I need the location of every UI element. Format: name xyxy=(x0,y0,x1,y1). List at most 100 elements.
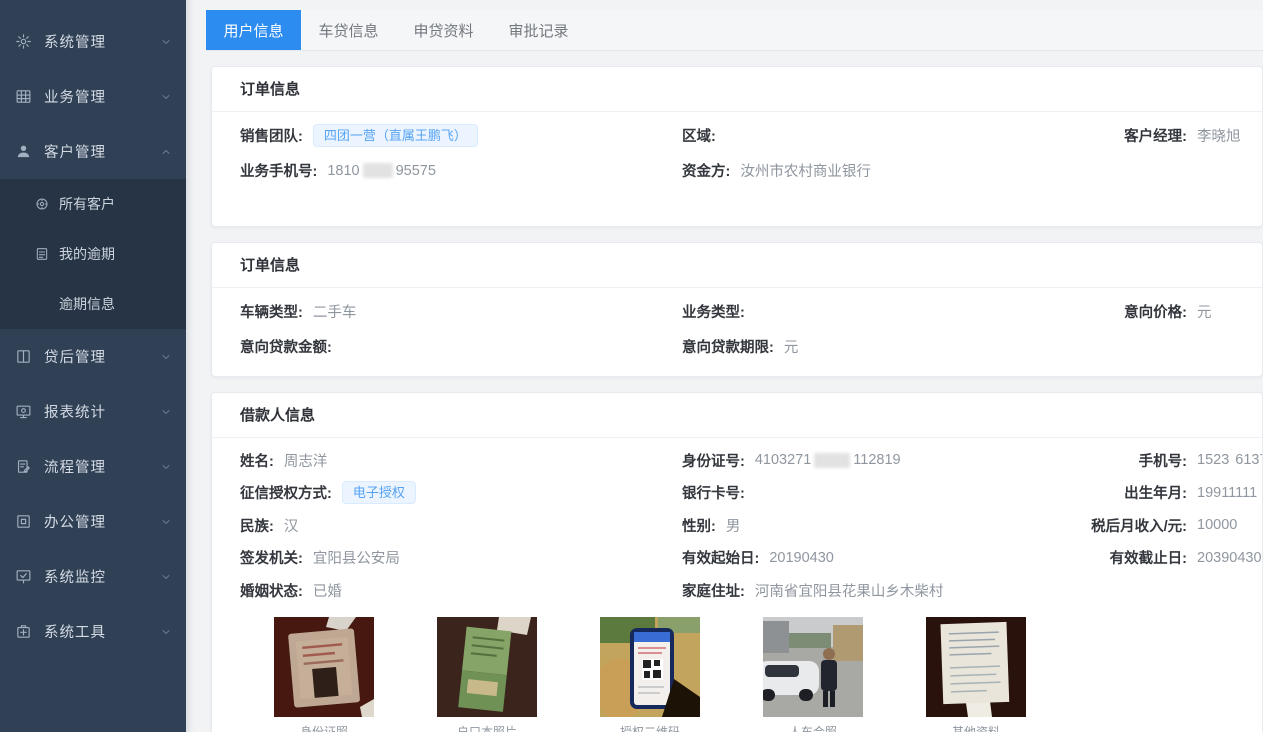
field-birth-date: 出生年月: 19911111 xyxy=(1077,477,1262,510)
field-row: 车辆类型: 二手车 业务类型: 意向价格: 元 xyxy=(240,294,1262,329)
photo-auth-qrcode[interactable]: 授权二维码 xyxy=(600,617,700,732)
borrower-info-card: 借款人信息 姓名: 周志洋 身份证号: 4103271 112819 手机号: xyxy=(211,392,1263,732)
tab-approval-records[interactable]: 审批记录 xyxy=(491,10,586,50)
chevron-down-icon xyxy=(160,461,172,473)
card-title: 订单信息 xyxy=(212,67,1262,112)
photo-person-with-car[interactable]: 人车合照 xyxy=(763,617,863,732)
sidebar-item-label: 客户管理 xyxy=(44,141,106,162)
field-intent-loan-amount: 意向贷款金额: xyxy=(240,329,682,364)
sidebar-item-process-management[interactable]: 流程管理 xyxy=(0,439,186,494)
chevron-down-icon xyxy=(160,351,172,363)
field-account-manager: 客户经理: 李晓旭 xyxy=(1077,118,1262,153)
clipboard-icon xyxy=(15,458,32,475)
field-issuing-authority: 签发机关: 宜阳县公安局 xyxy=(240,542,682,575)
field-empty xyxy=(1077,574,1262,607)
gear-icon xyxy=(15,33,32,50)
sidebar-item-system-management[interactable]: 系统管理 xyxy=(0,14,186,69)
field-business-type: 业务类型: xyxy=(682,294,1077,329)
sidebar-item-label: 我的逾期 xyxy=(59,244,115,264)
tab-user-info[interactable]: 用户信息 xyxy=(206,10,301,50)
monitor-check-icon xyxy=(15,568,32,585)
field-business-phone: 业务手机号: 1810 95575 xyxy=(240,153,682,188)
person-car-photo-thumbnail xyxy=(763,617,863,717)
field-monthly-income: 税后月收入/元: 10000 xyxy=(1077,509,1262,542)
sidebar-item-customer-management[interactable]: 客户管理 xyxy=(0,124,186,179)
field-row: 签发机关: 宜阳县公安局 有效起始日: 20190430 有效截止日: 2039… xyxy=(240,542,1262,575)
chevron-down-icon xyxy=(160,406,172,418)
card-body: 姓名: 周志洋 身份证号: 4103271 112819 手机号: 1523 6… xyxy=(212,438,1262,732)
photo-household-register[interactable]: 户口本照片 xyxy=(437,617,537,732)
chevron-down-icon xyxy=(160,36,172,48)
chevron-up-icon xyxy=(160,146,172,158)
sidebar-item-label: 贷后管理 xyxy=(44,346,106,367)
field-row: 婚姻状态: 已婚 家庭住址: 河南省宜阳县花果山乡木柴村 xyxy=(240,574,1262,607)
field-marital-status: 婚姻状态: 已婚 xyxy=(240,574,682,607)
card-body: 车辆类型: 二手车 业务类型: 意向价格: 元 意向贷款金额: xyxy=(212,288,1262,376)
sidebar-item-label: 报表统计 xyxy=(44,401,106,422)
document-icon xyxy=(34,246,50,262)
sidebar-item-postloan-management[interactable]: 贷后管理 xyxy=(0,329,186,384)
field-vehicle-type: 车辆类型: 二手车 xyxy=(240,294,682,329)
main-content: 用户信息 车贷信息 申贷资料 审批记录 订单信息 销售团队: 四团一营（直属王鹏… xyxy=(186,0,1263,732)
photo-id-card[interactable]: 身份证照 xyxy=(274,617,374,732)
sidebar-item-label: 所有客户 xyxy=(59,194,115,214)
gear-circle-icon xyxy=(34,196,50,212)
grid-icon xyxy=(15,88,32,105)
document-photo-list: 身份证照 xyxy=(274,617,1262,732)
card-title: 订单信息 xyxy=(212,243,1262,288)
sidebar-item-label: 逾期信息 xyxy=(59,294,115,314)
sidebar-item-label: 系统工具 xyxy=(44,621,106,642)
sidebar-item-label: 办公管理 xyxy=(44,511,106,532)
customer-management-submenu: 所有客户 我的逾期 逾期信息 xyxy=(0,179,186,329)
credit-auth-tag: 电子授权 xyxy=(342,481,416,504)
columns-icon xyxy=(15,348,32,365)
sidebar-item-office-management[interactable]: 办公管理 xyxy=(0,494,186,549)
sidebar-item-all-customers[interactable]: 所有客户 xyxy=(0,179,186,229)
field-valid-to: 有效截止日: 20390430 xyxy=(1077,542,1262,575)
field-valid-from: 有效起始日: 20190430 xyxy=(682,542,1077,575)
app-window: 系统管理 业务管理 客户管理 所有客户 我的逾期 逾期信息 xyxy=(0,0,1263,732)
detail-tabbar: 用户信息 车贷信息 申贷资料 审批记录 xyxy=(206,10,1263,51)
sidebar-item-label: 业务管理 xyxy=(44,86,106,107)
field-empty xyxy=(1077,329,1262,364)
field-home-address: 家庭住址: 河南省宜阳县花果山乡木柴村 xyxy=(682,574,1077,607)
sidebar: 系统管理 业务管理 客户管理 所有客户 我的逾期 逾期信息 xyxy=(0,0,186,732)
field-empty xyxy=(1077,153,1262,188)
field-mobile-phone: 手机号: 1523 6137 xyxy=(1077,444,1262,477)
household-register-photo-thumbnail xyxy=(437,617,537,717)
field-name: 姓名: 周志洋 xyxy=(240,444,682,477)
chevron-down-icon xyxy=(160,571,172,583)
monitor-icon xyxy=(15,403,32,420)
field-ethnicity: 民族: 汉 xyxy=(240,509,682,542)
masked-digits xyxy=(363,163,393,178)
tab-car-loan-info[interactable]: 车贷信息 xyxy=(301,10,396,50)
photo-caption: 户口本照片 xyxy=(437,723,537,732)
sidebar-item-my-overdue[interactable]: 我的逾期 xyxy=(0,229,186,279)
field-intent-price: 意向价格: 元 xyxy=(1077,294,1262,329)
tab-loan-application-docs[interactable]: 申贷资料 xyxy=(396,10,491,50)
sales-team-tag[interactable]: 四团一营（直属王鹏飞） xyxy=(313,124,478,147)
field-row: 民族: 汉 性别: 男 税后月收入/元: 10000 xyxy=(240,509,1262,542)
sidebar-item-report-statistics[interactable]: 报表统计 xyxy=(0,384,186,439)
photo-paper-document[interactable]: 其他资料 xyxy=(926,617,1026,732)
field-bank-card: 银行卡号: xyxy=(682,477,1077,510)
qrcode-phone-photo-thumbnail xyxy=(600,617,700,717)
sidebar-item-label: 系统监控 xyxy=(44,566,106,587)
photo-caption: 身份证照 xyxy=(274,723,374,732)
box-plus-icon xyxy=(15,623,32,640)
sidebar-item-overdue-info[interactable]: 逾期信息 xyxy=(0,279,186,329)
photo-caption: 人车合照 xyxy=(763,723,863,732)
field-credit-auth-method: 征信授权方式: 电子授权 xyxy=(240,477,682,510)
field-row: 业务手机号: 1810 95575 资金方: 汝州市农村商业银行 xyxy=(240,153,1262,188)
sidebar-item-system-monitor[interactable]: 系统监控 xyxy=(0,549,186,604)
chevron-down-icon xyxy=(160,626,172,638)
sidebar-item-system-tools[interactable]: 系统工具 xyxy=(0,604,186,659)
sidebar-item-business-management[interactable]: 业务管理 xyxy=(0,69,186,124)
field-gender: 性别: 男 xyxy=(682,509,1077,542)
field-row: 征信授权方式: 电子授权 银行卡号: 出生年月: 19911111 xyxy=(240,477,1262,510)
order-info-card-1: 订单信息 销售团队: 四团一营（直属王鹏飞） 区域: 客户经理: 李晓旭 xyxy=(211,66,1263,227)
sidebar-item-label: 系统管理 xyxy=(44,31,106,52)
square-in-square-icon xyxy=(15,513,32,530)
user-icon xyxy=(15,143,32,160)
masked-digits xyxy=(814,453,850,468)
